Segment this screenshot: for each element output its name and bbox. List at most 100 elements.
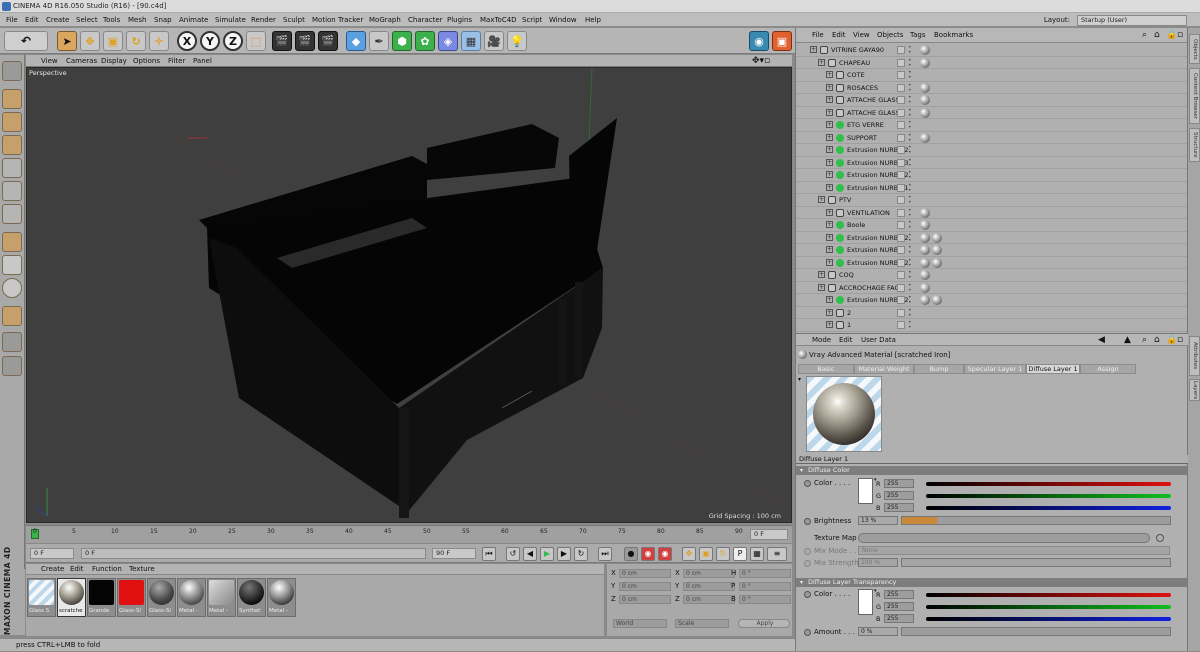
polygons-mode-button[interactable] bbox=[2, 204, 22, 224]
object-row[interactable]: +1 • • bbox=[796, 319, 1188, 332]
layer-toggle[interactable] bbox=[897, 246, 905, 254]
transparency-color-swatch[interactable] bbox=[858, 589, 873, 615]
visibility-dots-icon[interactable]: • • bbox=[908, 182, 912, 193]
menu-window[interactable]: Window bbox=[549, 13, 577, 27]
select-tool-button[interactable]: ➤ bbox=[57, 31, 77, 51]
viewport-menu-display[interactable]: Display bbox=[101, 55, 127, 67]
tab-basic[interactable]: Basic bbox=[798, 364, 854, 374]
coordinate-mode-select[interactable]: World bbox=[613, 619, 667, 628]
brightness-field[interactable]: 13 % bbox=[858, 516, 898, 525]
visibility-dots-icon[interactable]: • • bbox=[908, 170, 912, 181]
layer-toggle[interactable] bbox=[897, 96, 905, 104]
viewport-perspective[interactable]: Perspective Grid Spacing : 100 cm bbox=[26, 67, 792, 523]
b-field[interactable]: 255 bbox=[884, 503, 914, 512]
texture-mode-button[interactable] bbox=[2, 112, 22, 132]
live-selection-button[interactable]: ✛ bbox=[149, 31, 169, 51]
rotation-b-field[interactable]: 0 ° bbox=[739, 595, 791, 604]
animate-radio[interactable] bbox=[804, 560, 811, 567]
object-row[interactable]: + ATTACHE GLASS 2 • • bbox=[796, 94, 1188, 107]
visibility-dots-icon[interactable]: • • bbox=[908, 320, 912, 331]
next-key-button[interactable]: ↻ bbox=[574, 547, 588, 561]
points-mode-button[interactable] bbox=[2, 158, 22, 178]
keyframe-selection-button[interactable]: ◉ bbox=[658, 547, 672, 561]
visibility-dots-icon[interactable]: • • bbox=[908, 257, 912, 268]
object-row[interactable]: + ACCROCHAGE FACD • • bbox=[796, 282, 1188, 294]
model-mode-button[interactable] bbox=[2, 89, 22, 109]
amount-field[interactable]: 0 % bbox=[858, 627, 898, 636]
expand-toggle-icon[interactable]: + bbox=[818, 283, 825, 291]
go-to-start-button[interactable]: ⏮ bbox=[482, 547, 496, 561]
key-scale-button[interactable]: ▣ bbox=[699, 547, 713, 561]
material-menu-function[interactable]: Function bbox=[92, 564, 122, 575]
tab-specular-layer-1[interactable]: Specular Layer 1 bbox=[964, 364, 1026, 374]
material-swatch[interactable]: Synthet bbox=[237, 578, 266, 617]
key-rotation-button[interactable]: ↻ bbox=[716, 547, 730, 561]
tab-layers[interactable]: Layers bbox=[1189, 379, 1200, 401]
visibility-dots-icon[interactable]: • • bbox=[908, 132, 912, 143]
material-tag-icon[interactable] bbox=[920, 95, 930, 105]
menu-help[interactable]: Help bbox=[585, 13, 601, 27]
layer-toggle[interactable] bbox=[897, 321, 905, 329]
history-icon[interactable]: ⌂ bbox=[1154, 334, 1160, 346]
menu-create[interactable]: Create bbox=[46, 13, 69, 27]
object-row[interactable]: + COQ • • bbox=[796, 269, 1188, 282]
expand-toggle-icon[interactable]: + bbox=[826, 71, 833, 78]
lock-icon[interactable]: 🔒 bbox=[1166, 28, 1177, 43]
menu-file[interactable]: File bbox=[6, 13, 18, 27]
expand-toggle-icon[interactable]: + bbox=[826, 221, 833, 228]
object-row[interactable]: + Extrusion NURBS.3 • • bbox=[796, 157, 1188, 169]
expand-toggle-icon[interactable]: + bbox=[826, 321, 833, 328]
menu-plugins[interactable]: Plugins bbox=[447, 13, 472, 27]
tweak-mode-button[interactable] bbox=[2, 255, 22, 275]
viewport-menu-cameras[interactable]: Cameras bbox=[66, 55, 97, 67]
tab-attributes[interactable]: Attributes bbox=[1189, 336, 1200, 376]
g-slider[interactable] bbox=[926, 494, 1171, 498]
search-icon[interactable]: ⌕ bbox=[1142, 334, 1147, 346]
expand-toggle-icon[interactable]: + bbox=[826, 296, 833, 303]
expand-toggle-icon[interactable]: + bbox=[826, 183, 833, 191]
layer-toggle[interactable] bbox=[897, 183, 905, 192]
play-button[interactable]: ▶ bbox=[540, 547, 554, 561]
home-icon[interactable]: ⌂ bbox=[1154, 28, 1160, 43]
layer-toggle[interactable] bbox=[897, 208, 905, 217]
cube-button[interactable]: ◆ bbox=[346, 31, 366, 51]
layer-toggle[interactable] bbox=[897, 308, 905, 317]
expand-toggle-icon[interactable]: + bbox=[826, 121, 833, 128]
material-swatch[interactable]: Glass S bbox=[27, 578, 56, 617]
layer-toggle[interactable] bbox=[897, 258, 905, 267]
deformer-button[interactable]: ◈ bbox=[438, 31, 458, 51]
r-field[interactable]: 255 bbox=[884, 590, 914, 599]
layer-toggle[interactable] bbox=[897, 158, 905, 167]
mix-strength-field[interactable]: 100 % bbox=[858, 558, 898, 567]
b-slider[interactable] bbox=[926, 506, 1171, 510]
visibility-dots-icon[interactable]: • • bbox=[908, 57, 912, 68]
layer-toggle[interactable] bbox=[897, 146, 905, 154]
expand-toggle-icon[interactable]: + bbox=[826, 208, 833, 216]
visibility-dots-icon[interactable]: • • bbox=[908, 82, 912, 93]
lock-workplane-button[interactable] bbox=[2, 356, 22, 376]
pen-spline-button[interactable]: ✒ bbox=[369, 31, 389, 51]
tab-material-weight[interactable]: Material Weight bbox=[854, 364, 914, 374]
object-menu-file[interactable]: File bbox=[812, 28, 824, 43]
object-row[interactable]: + ATTACHE GLASS • • bbox=[796, 107, 1188, 119]
texture-map-slot[interactable] bbox=[858, 533, 1150, 543]
subdivision-surface-button[interactable]: ⬢ bbox=[392, 31, 412, 51]
expand-toggle-icon[interactable]: + bbox=[826, 246, 833, 253]
material-swatch[interactable]: Metal - bbox=[177, 578, 206, 617]
material-menu-texture[interactable]: Texture bbox=[129, 564, 155, 575]
menu-maxtoc4d[interactable]: MaxToC4D bbox=[480, 13, 517, 27]
layer-toggle[interactable] bbox=[897, 171, 905, 179]
prev-frame-button[interactable]: ◀ bbox=[523, 547, 537, 561]
visibility-dots-icon[interactable]: • • bbox=[908, 145, 912, 156]
go-to-end-button[interactable]: ⏭ bbox=[598, 547, 612, 561]
light-button[interactable]: 💡 bbox=[507, 31, 527, 51]
subsection-header[interactable]: Diffuse Layer Transparency bbox=[796, 578, 1188, 587]
current-frame-field[interactable]: 0 F bbox=[750, 529, 788, 540]
visibility-dots-icon[interactable]: • • bbox=[908, 282, 912, 293]
layer-toggle[interactable] bbox=[897, 71, 905, 79]
layer-toggle[interactable] bbox=[897, 108, 905, 117]
object-row[interactable]: + VENTILATION • • bbox=[796, 207, 1188, 219]
animate-radio[interactable] bbox=[804, 518, 811, 525]
material-tag-icon[interactable] bbox=[920, 295, 930, 305]
amount-slider[interactable] bbox=[901, 627, 1171, 636]
